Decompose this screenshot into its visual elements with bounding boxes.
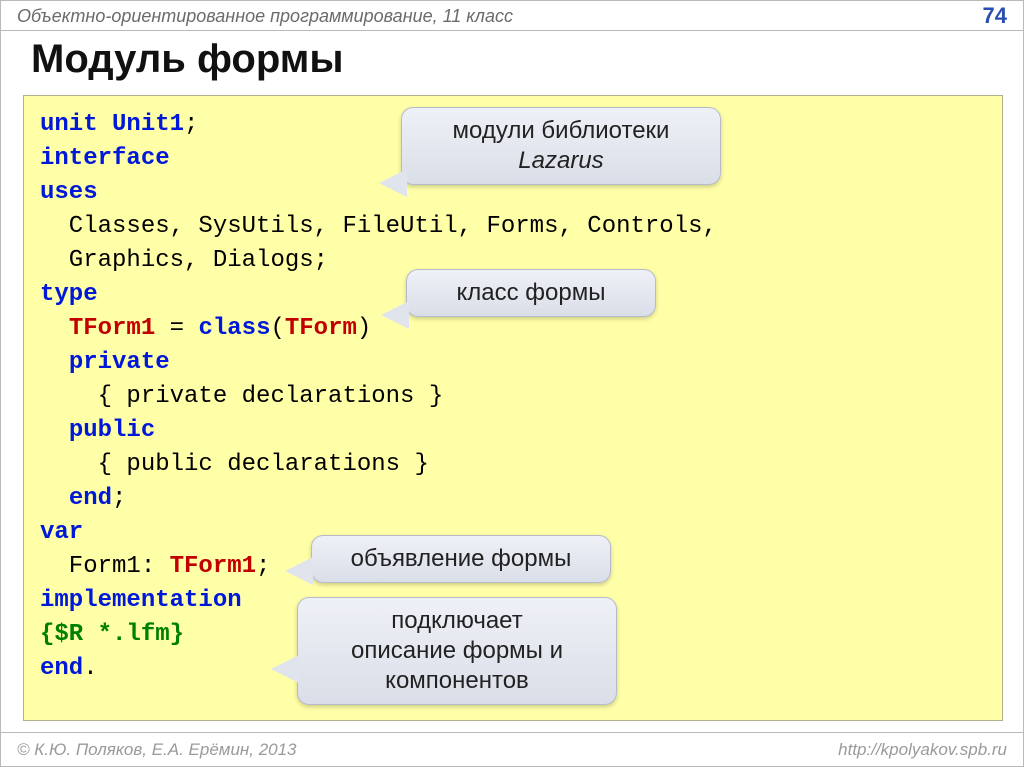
callout-connects-line3: компонентов: [385, 667, 529, 694]
paren-open: (: [270, 315, 284, 342]
kw-end: end: [69, 485, 112, 512]
kw-public: public: [69, 417, 155, 444]
callout-form-declaration-tail: [285, 557, 313, 585]
slide-title: Модуль формы: [31, 37, 344, 82]
footer-url: http://kpolyakov.spb.ru: [838, 740, 1007, 760]
callout-libraries: модули библиотеки Lazarus: [401, 107, 721, 185]
kw-private: private: [69, 349, 170, 376]
kw-interface: interface: [40, 145, 170, 172]
callout-connects-line1: подключает: [391, 607, 522, 634]
uses-line1: Classes, SysUtils, FileUtil, Forms, Cont…: [40, 213, 717, 240]
type-tform1: TForm1: [69, 315, 155, 342]
kw-class: class: [198, 315, 270, 342]
dot: .: [83, 655, 97, 682]
callout-connects-line2: описание формы и: [351, 637, 563, 664]
callout-form-class: класс формы: [406, 269, 656, 317]
ident-unit1: Unit1: [112, 111, 184, 138]
indent: [40, 315, 69, 342]
kw-var: var: [40, 519, 83, 546]
var-form1: Form1:: [40, 553, 170, 580]
kw-end2: end: [40, 655, 83, 682]
private-comment: { private declarations }: [40, 383, 443, 410]
header-bar: Объектно-ориентированное программировани…: [1, 1, 1023, 31]
callout-form-declaration-text: объявление формы: [351, 545, 572, 572]
callout-connects-tail: [271, 655, 299, 683]
course-title: Объектно-ориентированное программировани…: [17, 1, 513, 30]
semi2: ;: [112, 485, 126, 512]
kw-unit: unit: [40, 111, 98, 138]
callout-form-declaration: объявление формы: [311, 535, 611, 583]
directive-r-lfm: {$R *.lfm}: [40, 621, 184, 648]
type-tform: TForm: [285, 315, 357, 342]
type-tform1b: TForm1: [170, 553, 256, 580]
paren-close: ): [357, 315, 371, 342]
callout-form-class-text: класс формы: [457, 279, 606, 306]
uses-line2: Graphics, Dialogs;: [40, 247, 328, 274]
footer-bar: © К.Ю. Поляков, Е.А. Ерёмин, 2013 http:/…: [1, 732, 1023, 766]
kw-type: type: [40, 281, 98, 308]
page-number: 74: [983, 1, 1007, 30]
footer-copyright: © К.Ю. Поляков, Е.А. Ерёмин, 2013: [17, 740, 297, 760]
kw-implementation: implementation: [40, 587, 242, 614]
indent2: [40, 349, 69, 376]
semi: ;: [184, 111, 198, 138]
slide: Объектно-ориентированное программировани…: [0, 0, 1024, 767]
indent3: [40, 417, 69, 444]
callout-form-class-tail: [381, 301, 409, 329]
indent4: [40, 485, 69, 512]
callout-connects-description: подключает описание формы и компонентов: [297, 597, 617, 705]
callout-libraries-line2: Lazarus: [518, 147, 603, 174]
eq: =: [155, 315, 198, 342]
callout-libraries-tail: [379, 169, 407, 197]
kw-uses: uses: [40, 179, 98, 206]
callout-libraries-line1: модули библиотеки: [453, 117, 670, 144]
public-comment: { public declarations }: [40, 451, 429, 478]
semi3: ;: [256, 553, 270, 580]
